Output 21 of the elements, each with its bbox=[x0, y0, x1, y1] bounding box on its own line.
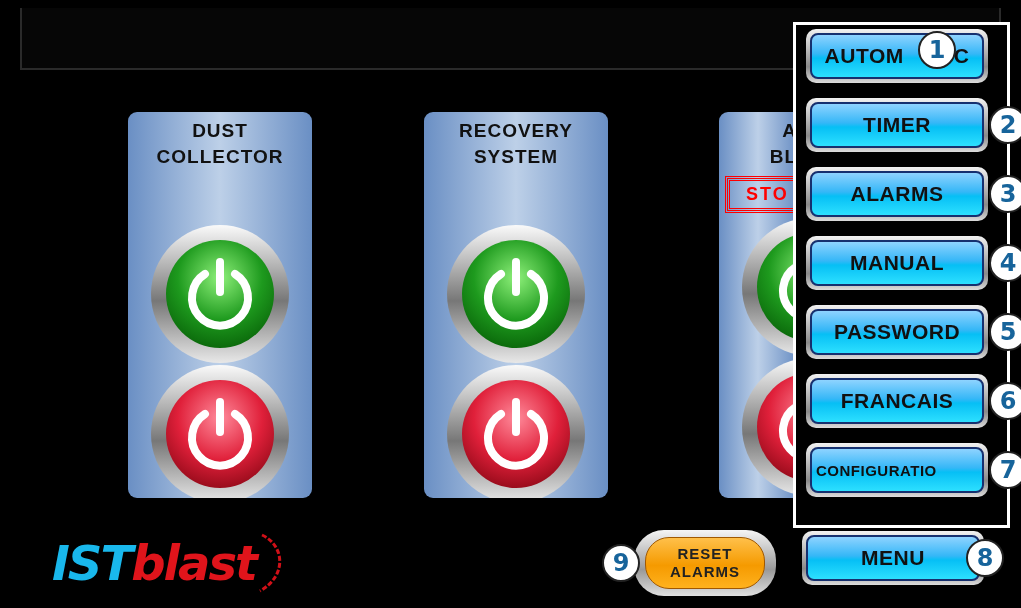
start-power-button[interactable] bbox=[150, 224, 290, 364]
menu-button[interactable]: TIMER bbox=[810, 102, 984, 148]
callout-number: 4 bbox=[989, 244, 1021, 282]
menu-button[interactable]: PASSWORD bbox=[810, 309, 984, 355]
callout-number: 2 bbox=[989, 106, 1021, 144]
callout-number: 8 bbox=[966, 539, 1004, 577]
menu-button[interactable]: CONFIGURATIO bbox=[810, 447, 984, 493]
menu-button[interactable]: ALARMS bbox=[810, 171, 984, 217]
callout-number: 5 bbox=[989, 313, 1021, 351]
callout-number: 9 bbox=[602, 544, 640, 582]
callout-number: 6 bbox=[989, 382, 1021, 420]
stop-power-button[interactable] bbox=[150, 364, 290, 498]
callout-number: 3 bbox=[989, 175, 1021, 213]
menu-button[interactable]: MANUAL bbox=[810, 240, 984, 286]
menu-button[interactable]: FRANCAIS bbox=[810, 378, 984, 424]
panel-title: DUST COLLECTOR bbox=[155, 119, 285, 169]
panel-title: RECOVERY SYSTEM bbox=[458, 119, 574, 169]
stop-power-button[interactable] bbox=[446, 364, 586, 498]
start-power-button[interactable] bbox=[446, 224, 586, 364]
callout-number: 7 bbox=[989, 451, 1021, 489]
reset-alarms-button[interactable]: RESET ALARMS bbox=[645, 537, 765, 589]
